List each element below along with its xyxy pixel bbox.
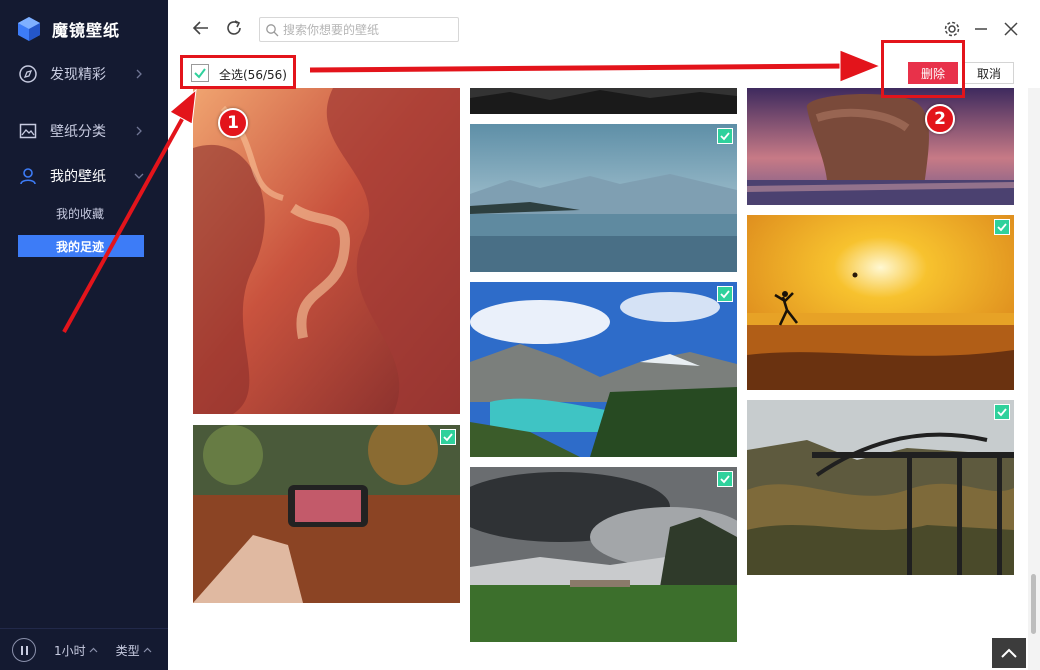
delete-button[interactable]: 删除 xyxy=(908,62,958,84)
checkmark-icon xyxy=(997,408,1007,417)
sidebar-item-categories[interactable]: 壁纸分类 xyxy=(0,113,168,149)
wallpaper-image xyxy=(470,467,737,642)
checkmark-icon xyxy=(720,475,730,484)
chevron-up-icon xyxy=(89,647,98,652)
compass-icon xyxy=(18,64,38,84)
refresh-icon[interactable] xyxy=(223,17,245,39)
cancel-button[interactable]: 取消 xyxy=(964,62,1014,84)
checkmark-icon xyxy=(194,68,206,79)
image-icon xyxy=(18,121,38,141)
wallpaper-image xyxy=(470,124,737,272)
wallpaper-sea-rock-sunset[interactable] xyxy=(747,88,1014,205)
pause-button[interactable] xyxy=(12,638,36,662)
selected-checkbox[interactable] xyxy=(440,429,456,445)
sidebar-subitem-favorites[interactable]: 我的收藏 xyxy=(18,202,144,224)
wallpaper-steel-bridge-forest[interactable] xyxy=(747,400,1014,575)
select-all-label[interactable]: 全选(56/56) xyxy=(219,66,287,83)
close-icon[interactable] xyxy=(1000,18,1022,40)
wallpaper-image xyxy=(470,282,737,457)
app-name: 魔镜壁纸 xyxy=(52,21,121,40)
interval-label: 1小时 xyxy=(54,643,86,658)
type-label: 类型 xyxy=(115,643,140,658)
action-bar: 全选(56/56) 删除 取消 xyxy=(168,58,1040,88)
back-arrow-icon[interactable] xyxy=(190,17,212,39)
checkmark-icon xyxy=(720,290,730,299)
sidebar-item-label: 发现精彩 xyxy=(50,67,106,83)
app-brand: 魔镜壁纸 xyxy=(16,14,120,44)
sidebar-item-label: 壁纸分类 xyxy=(50,124,106,140)
wallpaper-phone-autumn-leaves[interactable] xyxy=(193,425,460,603)
sidebar-subitem-history[interactable]: 我的足迹 xyxy=(18,235,144,257)
search-box[interactable] xyxy=(259,17,459,42)
settings-gear-icon[interactable] xyxy=(941,18,963,40)
back-to-top-button[interactable] xyxy=(992,638,1026,668)
chevron-down-icon xyxy=(134,173,144,179)
chevron-right-icon xyxy=(136,69,142,79)
sidebar-footer: 1小时 类型 xyxy=(0,630,168,670)
selected-checkbox[interactable] xyxy=(994,404,1010,420)
wallpaper-image xyxy=(747,400,1014,575)
select-all-checkbox[interactable] xyxy=(191,64,209,82)
scrollbar[interactable] xyxy=(1028,88,1040,670)
sidebar-item-my-wallpapers[interactable]: 我的壁纸 xyxy=(0,158,168,194)
wallpaper-mountain-lake-misty[interactable] xyxy=(470,124,737,272)
chevron-right-icon xyxy=(136,126,142,136)
chevron-up-icon xyxy=(1001,648,1017,658)
sidebar-item-label: 我的壁纸 xyxy=(50,169,106,185)
checkmark-icon xyxy=(997,223,1007,232)
search-input[interactable] xyxy=(283,22,451,37)
type-dropdown[interactable]: 类型 xyxy=(116,642,152,659)
minimize-icon[interactable] xyxy=(970,18,992,40)
wallpaper-image xyxy=(747,215,1014,390)
wallpaper-image xyxy=(470,88,737,114)
top-bar xyxy=(168,0,1040,58)
sidebar-item-discover[interactable]: 发现精彩 xyxy=(0,56,168,92)
scrollbar-thumb[interactable] xyxy=(1031,574,1036,634)
wallpaper-beach-sunset-silhouette[interactable] xyxy=(747,215,1014,390)
selected-checkbox[interactable] xyxy=(717,286,733,302)
user-icon xyxy=(18,166,38,186)
sidebar-divider xyxy=(0,628,168,629)
selected-checkbox[interactable] xyxy=(717,471,733,487)
wallpaper-stormy-clouds-field[interactable] xyxy=(470,467,737,642)
selected-checkbox[interactable] xyxy=(994,219,1010,235)
checkmark-icon xyxy=(443,433,453,442)
interval-dropdown[interactable]: 1小时 xyxy=(54,642,98,659)
chevron-up-icon xyxy=(143,647,152,652)
checkmark-icon xyxy=(720,132,730,141)
wallpaper-antelope-canyon[interactable] xyxy=(193,88,460,414)
wallpaper-grid xyxy=(168,88,1028,670)
selected-checkbox[interactable] xyxy=(717,128,733,144)
wallpaper-image xyxy=(193,425,460,603)
wallpaper-turquoise-lake-mountains[interactable] xyxy=(470,282,737,457)
wallpaper-image xyxy=(193,88,460,414)
wallpaper-dark-strip[interactable] xyxy=(470,88,737,114)
search-icon xyxy=(266,23,279,36)
sidebar: 魔镜壁纸 发现精彩 壁纸分类 我的壁纸 我的收藏 我的足迹 1小时 类型 xyxy=(0,0,168,670)
app-logo-icon xyxy=(18,17,40,41)
wallpaper-image xyxy=(747,88,1014,205)
